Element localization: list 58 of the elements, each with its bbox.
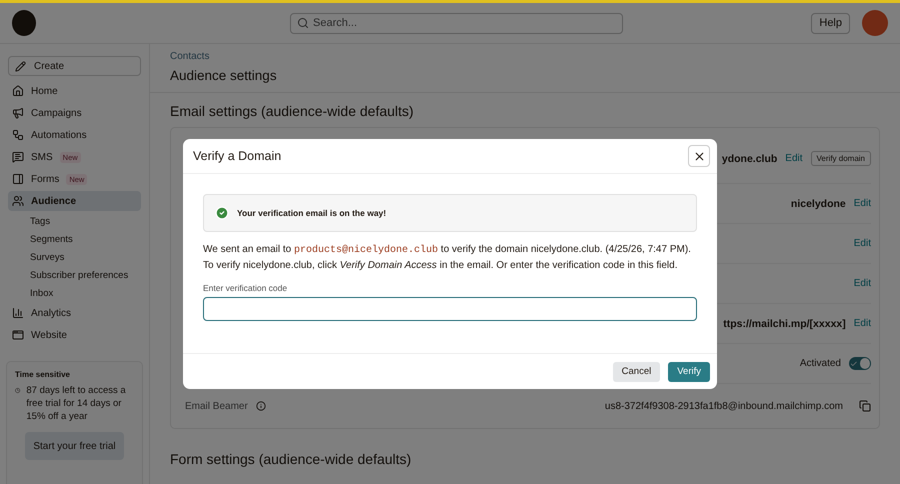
field-label: Enter verification code [203, 283, 288, 293]
page-title: Audience settings [150, 68, 900, 93]
verify-domain-button[interactable]: Verify domain [810, 151, 871, 166]
nav-subitem[interactable]: Surveys [8, 248, 141, 266]
nav-item[interactable]: Automations [8, 125, 141, 145]
edit-link[interactable]: Edit [854, 318, 871, 329]
edit-link[interactable]: Edit [854, 278, 871, 289]
nav-icon [12, 151, 24, 163]
section-heading: Form settings (audience-wide defaults) [170, 451, 412, 467]
nav-item[interactable]: Audience [8, 191, 141, 211]
nav-subitem[interactable]: Tags [8, 212, 141, 230]
nav-subitem[interactable]: Subscriber preferences [8, 266, 141, 284]
toggle-label: Activated [800, 358, 841, 369]
edit-link[interactable]: Edit [785, 153, 803, 164]
nav-icon [12, 195, 24, 207]
nav-icon [12, 173, 24, 185]
search-icon [297, 17, 309, 29]
verify-button[interactable]: Verify [668, 362, 710, 382]
pencil-icon [15, 60, 26, 72]
setting-value: us8-372f4f9308-2913fa1fb8@inbound.mailchimp.com [604, 400, 843, 412]
avatar[interactable] [862, 10, 888, 36]
setting-value: nicelydone [790, 198, 846, 210]
info-icon[interactable] [256, 401, 266, 411]
close-button[interactable] [688, 145, 710, 167]
edit-link[interactable]: Edit [854, 238, 871, 249]
toggle-switch[interactable] [849, 357, 871, 370]
nav-item[interactable]: Campaigns [8, 103, 141, 123]
nav-icon [12, 129, 24, 141]
nav-item[interactable]: Home [8, 81, 141, 101]
dialog-message: We sent an email to products@nicelydone.club to verify the domain nicelydone.club. (4/25/26, 7:47 PM). To verify nicelydone.club, click Verify Domain Access in the email. Or enter the verification code in this field. [203, 243, 692, 273]
edit-link[interactable]: Edit [854, 198, 871, 209]
setting-label: Email Beamer [185, 400, 248, 412]
nav-subitem[interactable]: Inbox [8, 284, 141, 302]
cancel-button[interactable]: Cancel [612, 362, 660, 382]
breadcrumb-link[interactable]: Contacts [170, 51, 880, 62]
trial-title: Time sensitive [15, 370, 71, 379]
alert-text: Your verification email is on the way! [237, 208, 386, 218]
search-field[interactable]: Search... [290, 12, 623, 34]
trial-text: 87 days left to access a free trial for 14 days or 15% off a year [26, 384, 127, 423]
nav-icon [12, 307, 24, 319]
nav-subitem[interactable]: Segments [8, 230, 141, 248]
trial-button[interactable]: Start your free trial [25, 432, 124, 460]
dialog-title: Verify a Domain [193, 149, 282, 163]
create-button[interactable]: Create [8, 56, 141, 76]
nav-item[interactable]: Analytics [8, 303, 141, 323]
setting-value: ydone.club [722, 152, 778, 164]
nav-icon [12, 107, 24, 119]
section-heading: Email settings (audience-wide defaults) [170, 103, 415, 119]
copy-icon[interactable] [859, 400, 871, 412]
check-icon [850, 360, 858, 368]
nav-item[interactable]: Website [8, 325, 141, 345]
help-button[interactable]: Help [811, 12, 850, 34]
setting-value: ttps://mailchi.mp/[xxxxx] [723, 318, 846, 330]
check-icon [215, 206, 229, 220]
verification-code-field[interactable] [203, 297, 697, 321]
close-icon [692, 150, 706, 162]
nav-icon [12, 329, 24, 341]
nav-icon [12, 85, 24, 97]
